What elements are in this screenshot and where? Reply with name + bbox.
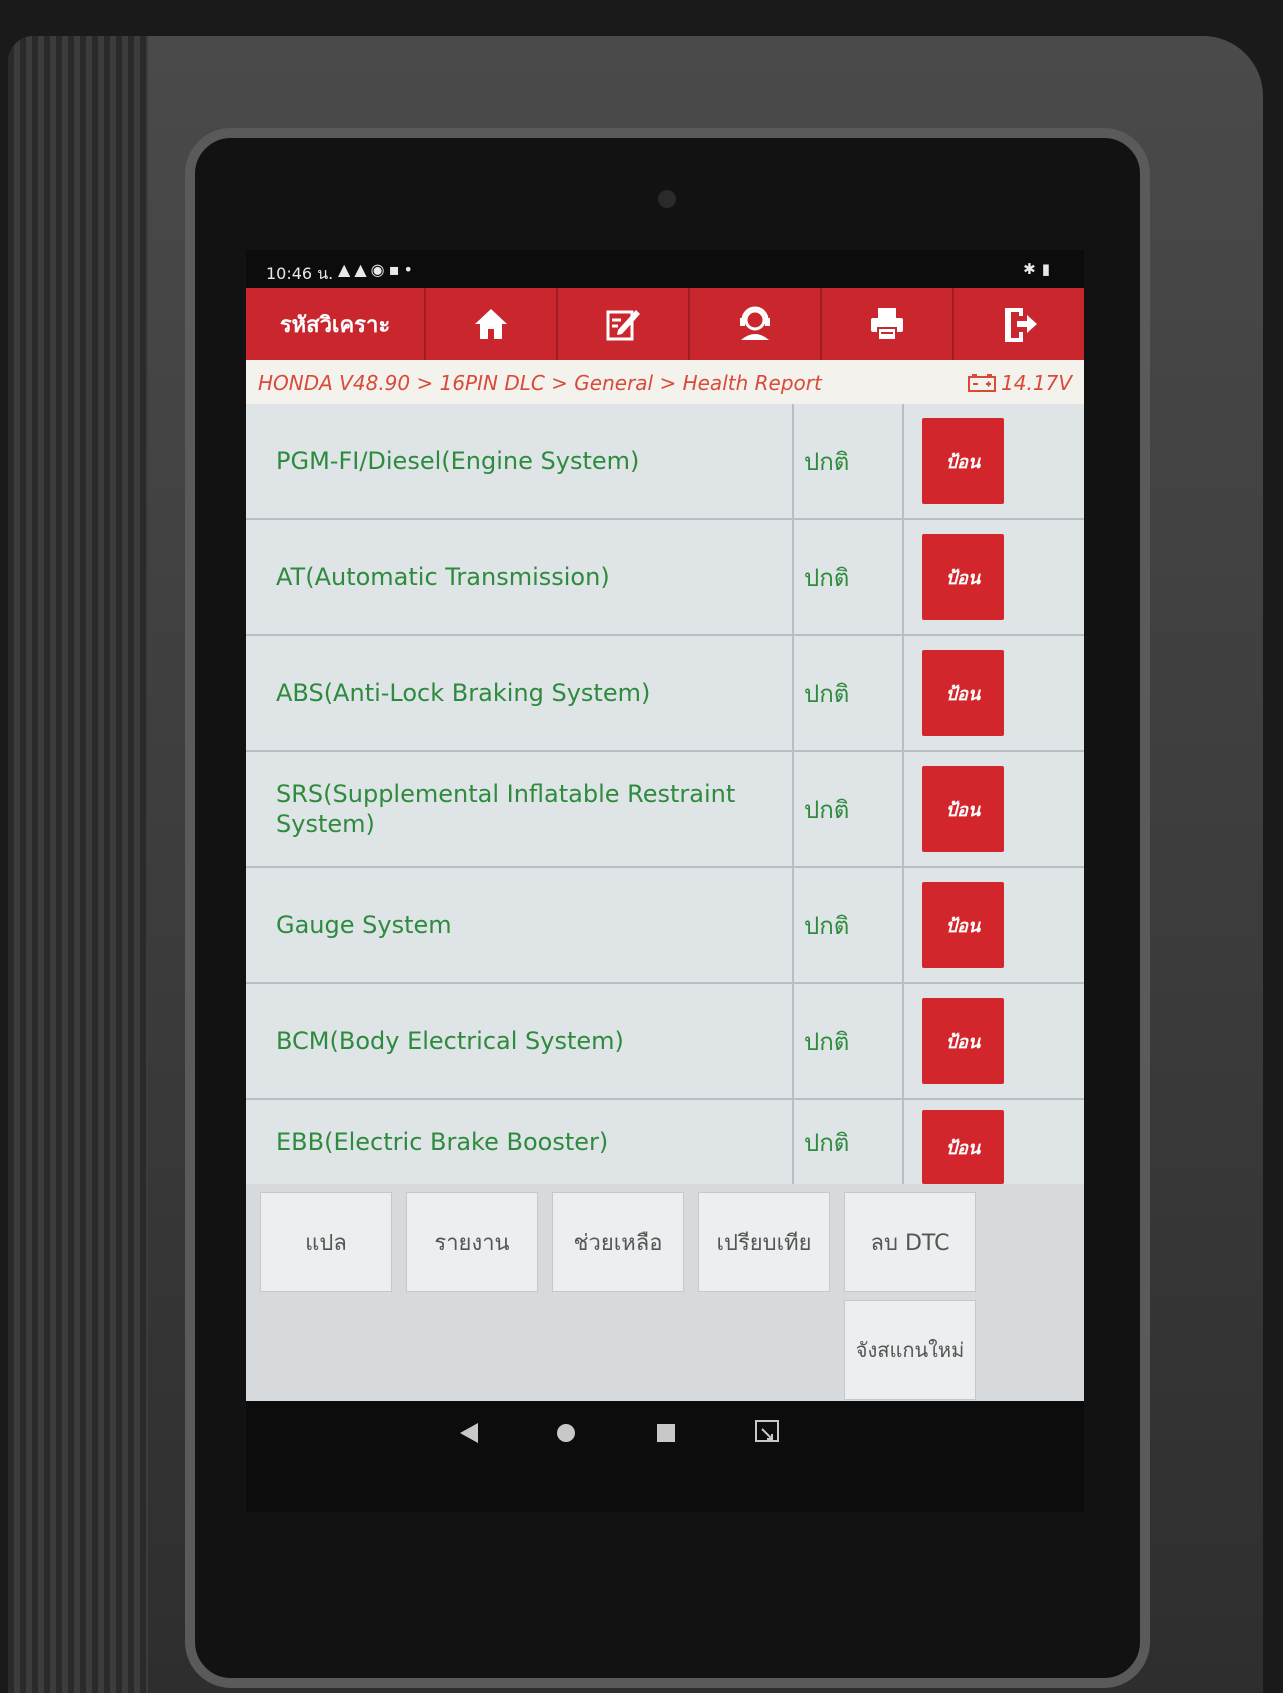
system-row: EBB(Electric Brake Booster) ปกติ ป้อน: [246, 1100, 1084, 1184]
system-row: PGM-FI/Diesel(Engine System) ปกติ ป้อน: [246, 404, 1084, 520]
screenshot-icon[interactable]: [754, 1419, 780, 1445]
system-name: AT(Automatic Transmission): [246, 520, 794, 634]
warning-icon: ▲: [354, 260, 371, 279]
enter-button[interactable]: ป้อน: [922, 1110, 1004, 1184]
toolbar-title: รหัสวิเคราะ: [246, 288, 426, 360]
system-name: SRS(Supplemental Inflatable Restraint Sy…: [246, 752, 794, 866]
print-button[interactable]: [822, 288, 954, 360]
system-status: ปกติ: [794, 984, 904, 1098]
android-nav-bar: [246, 1401, 1084, 1512]
report-button[interactable]: รายงาน: [406, 1192, 538, 1292]
clear-dtc-button[interactable]: ลบ DTC: [844, 1192, 976, 1292]
battery-icon: ▮: [1041, 260, 1056, 278]
whatsapp-icon: ◉: [370, 260, 389, 279]
status-time: 10:46 น.: [266, 264, 334, 283]
system-name: ABS(Anti-Lock Braking System): [246, 636, 794, 750]
system-status: ปกติ: [794, 520, 904, 634]
enter-button[interactable]: ป้อน: [922, 882, 1004, 968]
support-icon: [740, 306, 770, 340]
gallery-icon: ▪: [388, 260, 404, 279]
recents-icon[interactable]: [656, 1423, 676, 1443]
enter-button[interactable]: ป้อน: [922, 998, 1004, 1084]
rubber-grip: [8, 36, 148, 1693]
status-right-icons: ✱▮: [1023, 260, 1056, 278]
system-status: ปกติ: [794, 636, 904, 750]
battery-voltage: 14.17V: [967, 371, 1072, 395]
system-row: ABS(Anti-Lock Braking System) ปกติ ป้อน: [246, 636, 1084, 752]
home-nav-icon[interactable]: [556, 1423, 576, 1443]
system-row: AT(Automatic Transmission) ปกติ ป้อน: [246, 520, 1084, 636]
system-status: ปกติ: [794, 868, 904, 982]
breadcrumb-path: HONDA V48.90 > 16PIN DLC > General > Hea…: [258, 371, 822, 395]
translate-button[interactable]: แปล: [260, 1192, 392, 1292]
system-status: ปกติ: [794, 752, 904, 866]
enter-button[interactable]: ป้อน: [922, 418, 1004, 504]
edit-icon: [606, 310, 640, 341]
system-row: BCM(Body Electrical System) ปกติ ป้อน: [246, 984, 1084, 1100]
system-status: ปกติ: [794, 404, 904, 518]
action-bar: แปล รายงาน ช่วยเหลือ เปรียบเทีย ลบ DTC จ…: [246, 1184, 1084, 1401]
rescan-button[interactable]: จังสแกนใหม่: [844, 1300, 976, 1400]
status-bar: 10:46 น. ▲▲◉▪• ✱▮: [246, 250, 1084, 288]
system-name: Gauge System: [246, 868, 794, 982]
system-status: ปกติ: [794, 1100, 904, 1184]
enter-button[interactable]: ป้อน: [922, 534, 1004, 620]
enter-button[interactable]: ป้อน: [922, 650, 1004, 736]
home-icon: [475, 309, 507, 339]
exit-icon: [1005, 308, 1037, 342]
dot-icon: •: [403, 260, 417, 279]
enter-button[interactable]: ป้อน: [922, 766, 1004, 852]
print-icon: [871, 308, 903, 341]
system-name: BCM(Body Electrical System): [246, 984, 794, 1098]
exit-button[interactable]: [954, 288, 1084, 360]
system-name: PGM-FI/Diesel(Engine System): [246, 404, 794, 518]
tablet-screen: 10:46 น. ▲▲◉▪• ✱▮ รหัสวิเคราะ HONDA V48.…: [246, 250, 1084, 1512]
system-list: PGM-FI/Diesel(Engine System) ปกติ ป้อน A…: [246, 404, 1084, 1304]
back-icon[interactable]: [458, 1421, 480, 1445]
car-battery-icon: [968, 374, 997, 392]
edit-button[interactable]: [558, 288, 690, 360]
top-toolbar: รหัสวิเคราะ: [246, 288, 1084, 360]
system-row: Gauge System ปกติ ป้อน: [246, 868, 1084, 984]
breadcrumb: HONDA V48.90 > 16PIN DLC > General > Hea…: [246, 360, 1084, 404]
system-name: EBB(Electric Brake Booster): [246, 1100, 794, 1184]
front-camera: [658, 190, 676, 208]
voltage-value: 14.17V: [1001, 371, 1072, 395]
system-row: SRS(Supplemental Inflatable Restraint Sy…: [246, 752, 1084, 868]
notification-icons: ▲▲◉▪•: [338, 260, 417, 279]
warning-icon: ▲: [338, 260, 355, 279]
home-button[interactable]: [426, 288, 558, 360]
compare-button[interactable]: เปรียบเทีย: [698, 1192, 830, 1292]
bluetooth-icon: ✱: [1023, 260, 1042, 278]
support-button[interactable]: [690, 288, 822, 360]
help-button[interactable]: ช่วยเหลือ: [552, 1192, 684, 1292]
